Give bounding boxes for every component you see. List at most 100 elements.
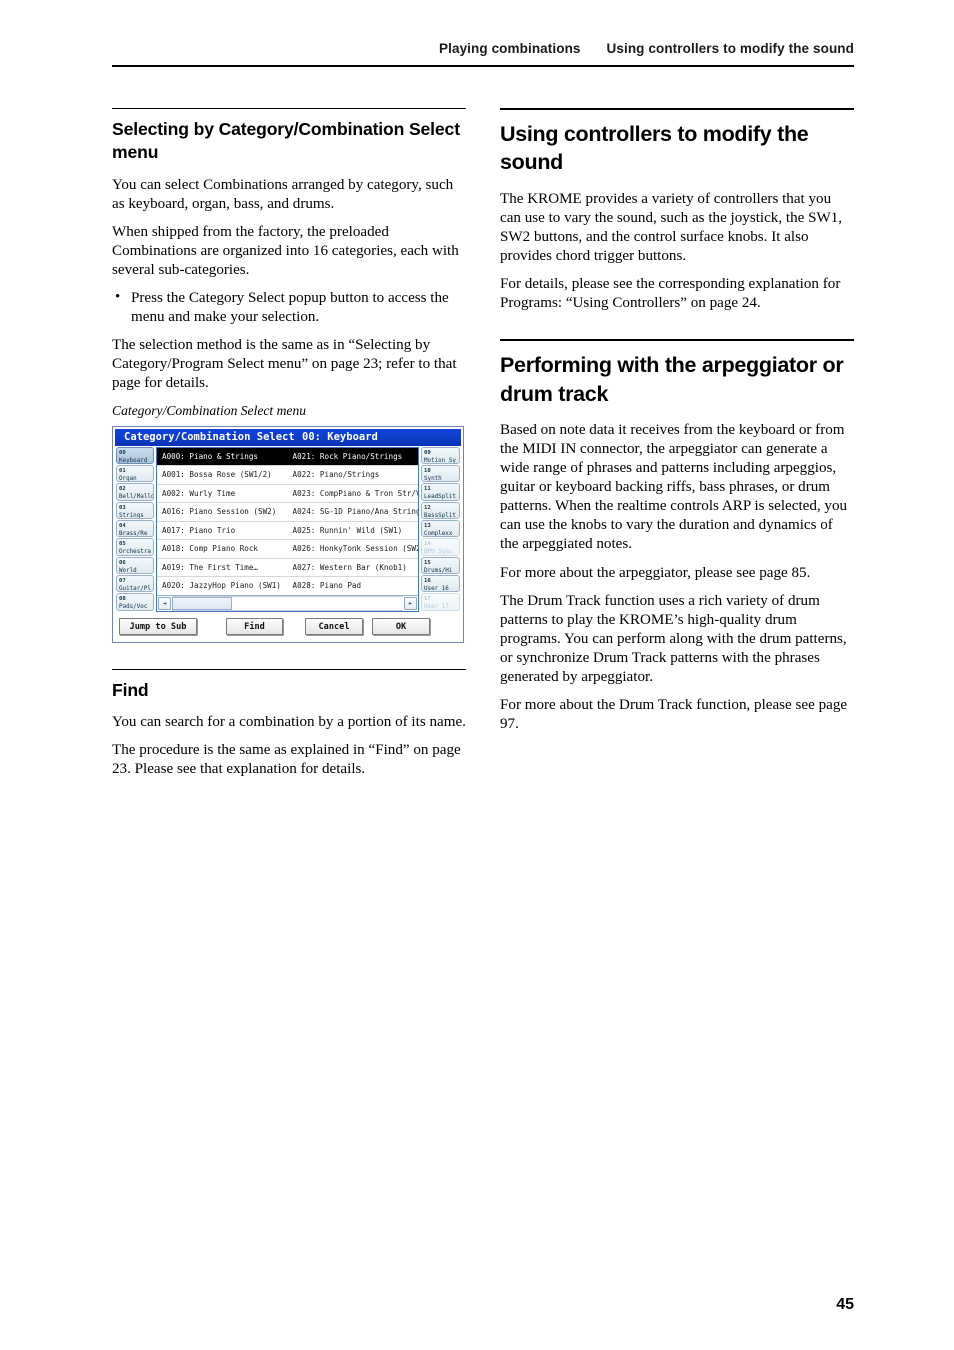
category-tab-name: Synth <box>424 476 442 482</box>
left-column: Selecting by Category/Combination Select… <box>112 108 466 788</box>
cancel-button[interactable]: Cancel <box>305 618 363 636</box>
figure-caption: Category/Combination Select menu <box>112 402 307 418</box>
category-tab-number: 12 <box>424 504 431 511</box>
find-heading-rule <box>112 668 466 670</box>
combination-name-col2[interactable]: A024: SG-1D Piano/Ana Strings <box>288 507 419 516</box>
combination-name-col1[interactable]: A001: Bossa Rose (SW1/2) <box>157 470 288 479</box>
heading-using-controllers: Using controllers to modify the sound <box>500 122 809 175</box>
category-tab-number: 17 <box>424 596 431 603</box>
page-number: 45 <box>836 1296 854 1313</box>
category-tab-11[interactable]: 11 LeadSplit <box>421 483 460 501</box>
bullet-list-category-select: Press the Category Select popup button t… <box>112 288 466 327</box>
header-left-title: Playing combinations <box>439 41 581 56</box>
category-tab-number: 11 <box>424 486 431 493</box>
combination-name-col1[interactable]: A018: Comp Piano Rock <box>157 544 288 553</box>
category-tab-number: 03 <box>119 504 126 511</box>
paragraph-krome-controllers: The KROME provides a variety of controll… <box>500 190 843 264</box>
category-tab-15[interactable]: 15 Drums/Hi <box>421 556 460 574</box>
controllers-heading-rule <box>500 108 854 110</box>
category-tab-name: Keyboard <box>119 457 148 464</box>
lcd-category-combination-select-dialog[interactable]: Category/Combination Select 00: Keyboard… <box>112 425 464 643</box>
combination-rows[interactable]: A000: Piano & Strings A021: Rock Piano/St… <box>157 447 419 595</box>
category-tab-06[interactable]: 06 World <box>116 556 154 574</box>
category-tab-name: Pads/Voc <box>119 604 148 611</box>
category-tab-14: 14 BPH Sync <box>421 538 460 556</box>
category-tab-number: 14 <box>424 541 431 548</box>
category-tab-10[interactable]: 10 Synth <box>421 464 460 483</box>
category-tab-02[interactable]: 02 Bell/Mallo <box>116 483 154 501</box>
combination-name-col2[interactable]: A023: CompPiano & Tron Str/Vox <box>288 489 419 498</box>
spacer-between-sections <box>500 322 854 339</box>
arpeggiator-heading-rule <box>500 339 854 342</box>
heading-selecting-by-category: Selecting by Category/Combination Select… <box>112 119 460 163</box>
left-heading-rule <box>112 108 466 109</box>
combination-name-col1[interactable]: A002: Wurly Time <box>157 489 288 498</box>
combination-row[interactable]: A002: Wurly Time A023: CompPiano & Tron S… <box>157 485 418 504</box>
combination-row[interactable]: A019: The First Time… A027: Western Bar (… <box>157 559 418 578</box>
combination-name-col1[interactable]: A019: The First Time… <box>157 563 288 572</box>
combination-name-col1[interactable]: A016: Piano Session (SW2) <box>157 507 288 516</box>
combination-name-col1[interactable]: A020: JazzyHop Piano (SW1) <box>157 581 288 590</box>
category-tabs-left[interactable]: 00 Keyboard 01 Organ 02 Bell/Mallo 03 Strings 04… <box>115 446 155 612</box>
lcd-button-row: Jump to Sub Find Cancel OK <box>115 614 461 640</box>
paragraph-arpeggiator-overview: Based on note data it receives from the … <box>500 421 848 553</box>
combination-list-area[interactable]: A000: Piano & Strings A021: Rock Piano/St… <box>156 446 419 612</box>
category-tab-16[interactable]: 16 User 16 <box>421 574 460 593</box>
paragraph-find-search: You can search for a combination by a po… <box>112 713 466 730</box>
lcd-title-bar: Category/Combination Select 00: Keyboard <box>115 428 461 446</box>
scroll-right-arrow-icon[interactable]: ► <box>404 596 417 610</box>
combination-row[interactable]: A000: Piano & Strings A021: Rock Piano/St… <box>157 447 419 467</box>
category-tab-number: 15 <box>424 559 431 566</box>
header-rule <box>112 65 854 67</box>
category-tab-name: Bell/Mallo <box>119 494 154 501</box>
category-tab-number: 06 <box>119 559 126 566</box>
category-tab-17: 17 User 17 <box>421 593 460 611</box>
category-tabs-right[interactable]: 09 Motion Sy 10 Synth 11 LeadSplit 12 BassSplit… <box>420 446 461 612</box>
combination-row[interactable]: A016: Piano Session (SW2) A024: SG-1D Pia… <box>157 503 418 522</box>
category-tab-number: 10 <box>424 467 431 474</box>
ok-button[interactable]: OK <box>372 618 430 636</box>
category-tab-03[interactable]: 03 Strings <box>116 501 154 519</box>
category-tab-number: 07 <box>119 577 126 584</box>
category-tab-07[interactable]: 07 Guitar/Pl <box>116 574 154 593</box>
combination-name-col2[interactable]: A021: Rock Piano/Strings <box>288 452 419 461</box>
combination-row[interactable]: A018: Comp Piano Rock A026: HonkyTonk Ses… <box>157 540 418 559</box>
category-tab-12[interactable]: 12 BassSplit <box>421 501 460 519</box>
category-tab-number: 08 <box>119 596 126 603</box>
category-tab-04[interactable]: 04 Brass/Re <box>116 519 154 538</box>
combination-row[interactable]: A020: JazzyHop Piano (SW1) A028: Piano Pa… <box>157 577 418 595</box>
scrollbar-track[interactable] <box>172 595 403 611</box>
category-tab-name: User 16 <box>424 585 449 592</box>
category-tab-13[interactable]: 13 Complexx <box>421 519 460 538</box>
jump-to-sub-button[interactable]: Jump to Sub <box>119 618 197 636</box>
scroll-left-arrow-icon[interactable]: ◄ <box>158 596 171 610</box>
category-tab-name: User 17 <box>424 604 449 611</box>
horizontal-scrollbar[interactable]: ◄ ► <box>157 594 418 611</box>
combination-name-col2[interactable]: A022: Piano/Strings <box>288 470 419 479</box>
find-button[interactable]: Find <box>226 618 283 636</box>
category-tab-00[interactable]: 00 Keyboard <box>116 446 154 464</box>
combination-name-col2[interactable]: A026: HonkyTonk Session (SW2) <box>288 544 419 553</box>
page-header: Playing combinations Using controllers t… <box>112 40 854 67</box>
category-tab-name: Drums/Hi <box>424 567 453 574</box>
category-tab-05[interactable]: 05 Orchestra <box>116 538 154 556</box>
category-tab-name: Brass/Re <box>119 530 148 537</box>
lcd-body: 00 Keyboard 01 Organ 02 Bell/Mallo 03 Strings 04… <box>115 446 461 612</box>
combination-name-col2[interactable]: A027: Western Bar (Knob1) <box>288 563 419 572</box>
category-tab-name: LeadSplit <box>424 494 456 501</box>
category-tab-01[interactable]: 01 Organ <box>116 464 154 483</box>
paragraph-drum-track-page-ref: For more about the Drum Track function, … <box>500 696 848 733</box>
paragraph-controllers-details: For details, please see the correspondin… <box>500 276 841 312</box>
combination-name-col2[interactable]: A028: Piano Pad <box>288 581 419 590</box>
scrollbar-thumb[interactable] <box>172 596 233 610</box>
category-tab-09[interactable]: 09 Motion Sy <box>421 446 460 464</box>
combination-row[interactable]: A001: Bossa Rose (SW1/2) A022: Piano/Stri… <box>157 466 418 485</box>
combination-name-col1[interactable]: A000: Piano & Strings <box>157 452 288 461</box>
combination-name-col1[interactable]: A017: Piano Trio <box>157 526 288 535</box>
category-tab-number: 05 <box>119 541 126 548</box>
category-tab-08[interactable]: 08 Pads/Voc <box>116 593 154 611</box>
paragraph-select-combinations: You can select Combinations arranged by … <box>112 176 454 212</box>
combination-name-col2[interactable]: A025: Runnin' Wild (SW1) <box>288 526 419 535</box>
bullet-press-category-select: Press the Category Select popup button t… <box>112 288 466 327</box>
combination-row[interactable]: A017: Piano Trio A025: Runnin' Wild (SW1) <box>157 522 418 541</box>
